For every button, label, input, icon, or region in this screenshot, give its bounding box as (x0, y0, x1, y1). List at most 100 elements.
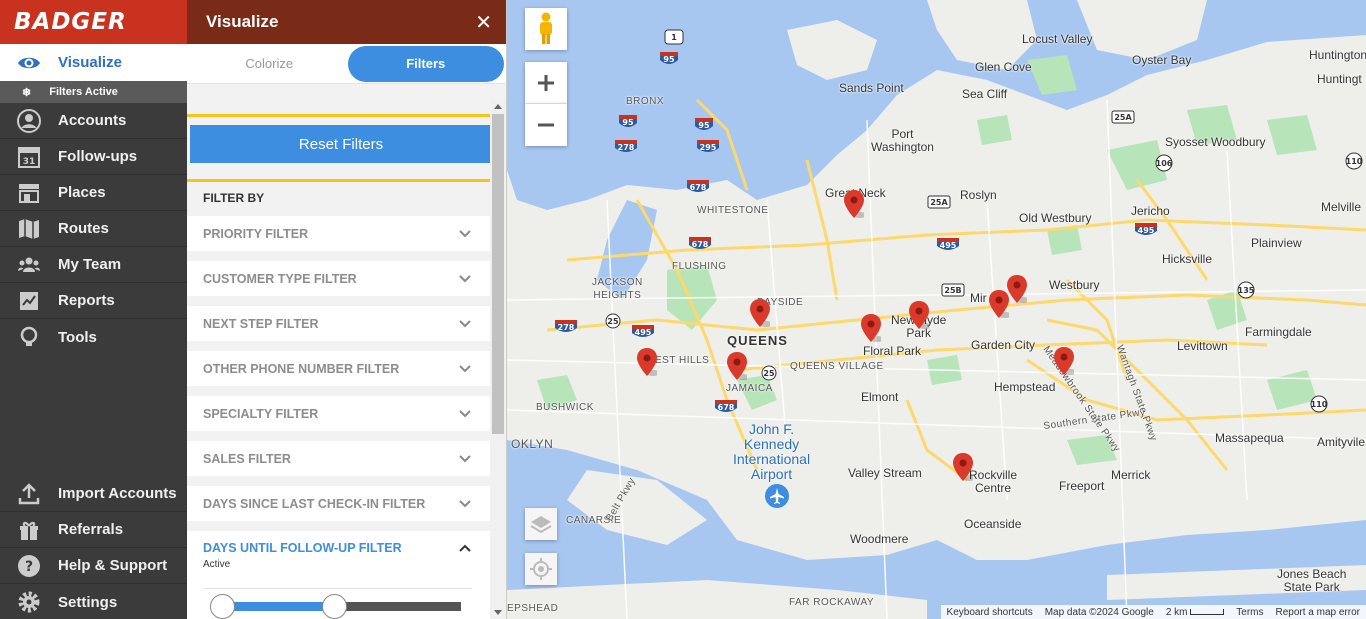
map-label: EPSHEAD (507, 603, 559, 614)
scroll-up-icon[interactable] (494, 104, 502, 109)
map-icon (16, 216, 42, 242)
map-label: Sands Point (839, 81, 904, 95)
map-canvas[interactable]: Locust Valley Oyster Bay Huntington Hunt… (507, 0, 1366, 619)
nav-item-accounts[interactable]: Accounts (0, 103, 187, 139)
filter-by-heading: FILTER BY (203, 191, 265, 205)
map-label: OKLYN (511, 437, 554, 451)
filter-specialty[interactable]: SPECIALTY FILTER (187, 396, 490, 431)
filter-days-since-checkin[interactable]: DAYS SINCE LAST CHECK-IN FILTER (187, 486, 490, 521)
reset-filters-button[interactable]: Reset Filters (190, 125, 490, 163)
nav-item-my-team[interactable]: My Team (0, 247, 187, 283)
zoom-out-button[interactable] (525, 104, 567, 146)
map-pin-icon[interactable] (909, 301, 929, 329)
keyboard-shortcuts-link[interactable]: Keyboard shortcuts (941, 607, 1039, 618)
panel-scrollbar[interactable] (490, 100, 506, 619)
chevron-down-icon (459, 229, 471, 237)
panel-header: Visualize ✕ (187, 0, 506, 44)
scroll-down-icon[interactable] (494, 610, 502, 615)
airport-icon (765, 484, 789, 508)
map-label: Farmingdale (1245, 325, 1312, 339)
filters-scroll-area: Reset Filters FILTER BY PRIORITY FILTER … (187, 84, 490, 619)
nav-item-reports[interactable]: Reports (0, 283, 187, 319)
map-label: Roslyn (960, 188, 997, 202)
lightbulb-icon (16, 324, 42, 350)
map-label: Woodmere (850, 532, 909, 546)
map-pin-icon[interactable] (750, 299, 770, 327)
street-view-button[interactable] (525, 8, 567, 50)
map-label: Elmont (861, 390, 899, 404)
map-attribution: Keyboard shortcuts Map data ©2024 Google… (940, 605, 1366, 619)
filter-days-until-followup-header[interactable]: DAYS UNTIL FOLLOW-UP FILTER (203, 541, 472, 555)
map-pin-icon[interactable] (861, 314, 881, 342)
filter-days-until-followup: DAYS UNTIL FOLLOW-UP FILTER Active (187, 531, 490, 619)
nav-item-settings[interactable]: Settings (0, 584, 187, 619)
map-pin-icon[interactable] (989, 290, 1009, 318)
map-label: Syosset Woodbury (1165, 135, 1266, 149)
map-label: Westbury (1049, 278, 1100, 292)
nav-item-import-accounts[interactable]: Import Accounts (0, 476, 187, 512)
zoom-in-button[interactable] (525, 62, 567, 104)
nav-item-help-support[interactable]: ? Help & Support (0, 548, 187, 584)
map-label: Huntingt (1317, 72, 1362, 86)
close-icon[interactable]: ✕ (475, 10, 492, 35)
nav-item-routes[interactable]: Routes (0, 211, 187, 247)
map-label: JAMAICA (726, 383, 773, 394)
map-pin-icon[interactable] (844, 190, 864, 218)
brand-logo[interactable]: BADGER (0, 0, 187, 44)
map-label: Melville (1321, 200, 1362, 214)
scroll-thumb[interactable] (492, 114, 504, 434)
chevron-down-icon (459, 454, 471, 462)
map-label: BRONX (626, 96, 665, 107)
map-label: Valley Stream (848, 466, 922, 480)
nav-item-places[interactable]: Places (0, 175, 187, 211)
crosshair-icon (530, 558, 552, 580)
range-slider[interactable] (203, 588, 472, 619)
store-icon (16, 180, 42, 206)
report-icon (16, 288, 42, 314)
chevron-up-icon (459, 544, 471, 552)
minus-icon (538, 123, 554, 127)
terms-link[interactable]: Terms (1230, 607, 1269, 618)
filter-priority[interactable]: PRIORITY FILTER (187, 216, 490, 251)
map-pin-icon[interactable] (1054, 347, 1074, 375)
map-label: BUSHWICK (536, 402, 594, 413)
map-label: Levittown (1177, 339, 1228, 353)
map-label: JACKSON HEIGHTS (592, 277, 643, 301)
map-label: Oyster Bay (1132, 53, 1192, 67)
svg-text:?: ? (25, 559, 33, 575)
filter-sales[interactable]: SALES FILTER (187, 441, 490, 476)
calendar-icon: 31 (16, 144, 42, 170)
panel-title: Visualize (206, 12, 279, 31)
my-location-button[interactable] (525, 553, 557, 585)
report-map-error-link[interactable]: Report a map error (1270, 607, 1366, 618)
map-pin-icon[interactable] (637, 348, 657, 376)
layers-button[interactable] (525, 508, 557, 540)
highlight-box: Reset Filters (187, 114, 490, 182)
map-pin-icon[interactable] (727, 352, 747, 380)
tab-filters[interactable]: Filters (347, 45, 504, 82)
filters-active-indicator[interactable]: ❄ Filters Active (0, 81, 187, 103)
map-label: Old Westbury (1019, 211, 1092, 225)
scale-bar[interactable]: 2 km (1160, 607, 1230, 618)
map-label: Hempstead (994, 380, 1056, 394)
filter-customer-type[interactable]: CUSTOMER TYPE FILTER (187, 261, 490, 296)
map-label: EST HILLS (655, 355, 710, 366)
tab-colorize[interactable]: Colorize (191, 46, 348, 82)
slider-min-thumb[interactable] (210, 594, 235, 619)
slider-max-thumb[interactable] (322, 594, 347, 619)
filter-other-phone[interactable]: OTHER PHONE NUMBER FILTER (187, 351, 490, 386)
filter-next-step[interactable]: NEXT STEP FILTER (187, 306, 490, 341)
person-icon (16, 108, 42, 134)
map-label: Plainview (1251, 236, 1302, 250)
map-pin-icon[interactable] (953, 453, 973, 481)
map-label: FLUSHING (672, 261, 727, 272)
filter-status: Active (203, 559, 231, 570)
nav-item-follow-ups[interactable]: 31 Follow-ups (0, 139, 187, 175)
chevron-down-icon (459, 319, 471, 327)
nav-item-visualize[interactable]: Visualize (0, 44, 187, 81)
nav-item-tools[interactable]: Tools (0, 319, 187, 355)
chevron-down-icon (459, 499, 471, 507)
nav-item-referrals[interactable]: Referrals (0, 512, 187, 548)
team-icon (16, 252, 42, 278)
map-pin-icon[interactable] (1007, 275, 1027, 303)
